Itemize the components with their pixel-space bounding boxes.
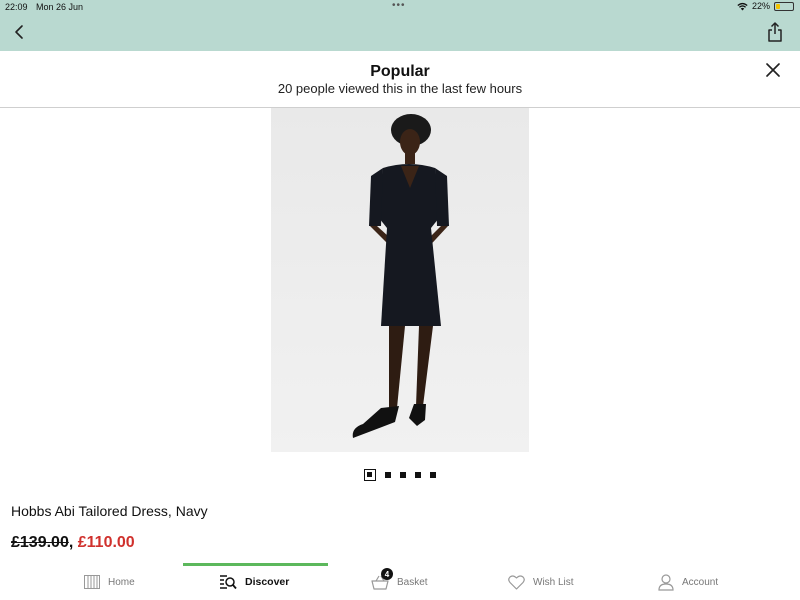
carousel-dot-3[interactable] <box>400 472 406 478</box>
tab-discover[interactable]: Discover <box>219 571 289 593</box>
tab-basket-label: Basket <box>397 576 428 588</box>
bottom-tab-bar: Home Discover 4 Basket Wish List Account <box>0 563 800 600</box>
battery-icon <box>774 1 794 11</box>
discover-icon <box>220 575 237 590</box>
battery-level <box>776 3 780 9</box>
tab-home[interactable]: Home <box>84 571 135 593</box>
carousel-dot-5[interactable] <box>430 472 436 478</box>
share-icon <box>768 22 782 42</box>
product-image[interactable] <box>271 108 529 452</box>
price-row: £139.00, £110.00 <box>11 534 135 552</box>
popular-banner: Popular 20 people viewed this in the las… <box>0 51 800 108</box>
tab-basket[interactable]: 4 Basket <box>371 568 428 593</box>
tab-account-label: Account <box>682 576 719 588</box>
popular-subtitle: 20 people viewed this in the last few ho… <box>277 81 523 96</box>
heart-icon <box>508 574 525 590</box>
product-name: Hobbs Abi Tailored Dress, Navy <box>11 503 208 519</box>
close-icon <box>766 63 780 77</box>
tab-wishlist[interactable]: Wish List <box>508 571 574 593</box>
home-icon <box>84 575 100 589</box>
carousel-dot-2[interactable] <box>385 472 391 478</box>
carousel-dot-4[interactable] <box>415 472 421 478</box>
chevron-left-icon <box>15 25 23 39</box>
price-separator: , <box>68 534 74 551</box>
popular-title: Popular <box>370 63 430 80</box>
wifi-icon <box>737 2 748 10</box>
active-tab-indicator <box>183 563 328 566</box>
status-time: 22:09 <box>5 2 28 12</box>
multitasking-dots[interactable]: ••• <box>392 0 406 11</box>
close-banner-button[interactable] <box>764 61 782 79</box>
product-screen: 22:09 Mon 26 Jun ••• 22% Popular 20 peop… <box>0 0 800 600</box>
tab-discover-label: Discover <box>245 576 290 588</box>
carousel-dot-1[interactable] <box>364 469 376 481</box>
model-figure <box>352 114 449 438</box>
user-icon <box>658 573 674 591</box>
tab-wishlist-label: Wish List <box>533 576 574 588</box>
original-price: £139.00 <box>11 534 69 551</box>
sale-price: £110.00 <box>77 534 135 551</box>
tab-home-label: Home <box>108 576 135 588</box>
share-button[interactable] <box>766 21 784 43</box>
image-carousel-dots <box>0 469 800 481</box>
status-date: Mon 26 Jun <box>36 2 84 12</box>
basket-count-badge: 4 <box>381 568 393 580</box>
status-right: 22% <box>737 1 794 11</box>
basket-icon-wrap: 4 <box>371 568 393 591</box>
battery-percent: 22% <box>751 1 770 11</box>
back-button[interactable] <box>10 22 30 42</box>
top-bar: 22:09 Mon 26 Jun ••• 22% <box>0 0 800 51</box>
tab-account[interactable]: Account <box>658 571 718 593</box>
